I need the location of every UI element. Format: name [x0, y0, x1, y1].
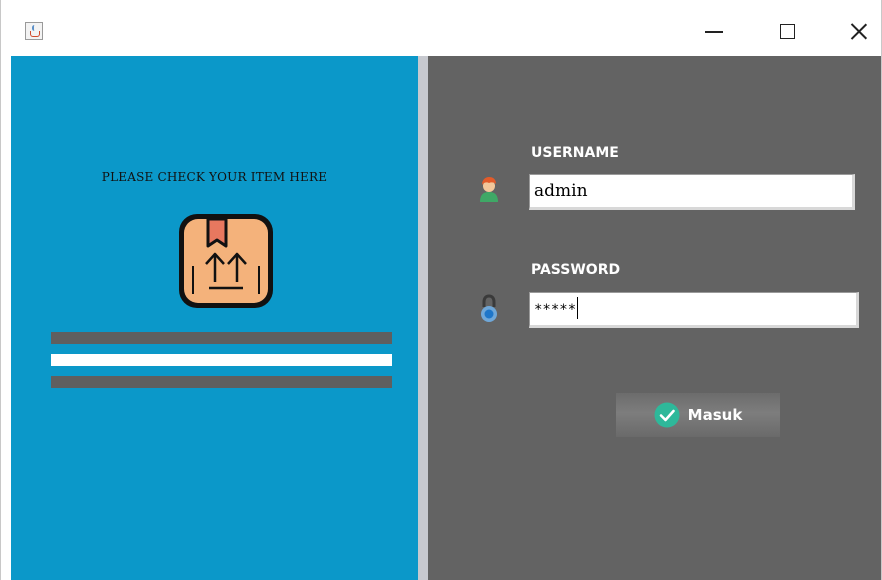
close-icon: [850, 22, 868, 40]
decorative-bar: [51, 332, 392, 344]
title-bar: [1, 0, 881, 56]
close-button[interactable]: [836, 14, 881, 48]
maximize-icon: [779, 23, 795, 39]
login-form-panel: USERNAME admin PASSWORD ***** Masuk: [428, 56, 881, 580]
login-button-label: Masuk: [687, 406, 743, 424]
check-circle-icon: [654, 402, 680, 428]
java-app-icon[interactable]: [25, 22, 43, 40]
panel-divider: [418, 56, 428, 580]
username-input[interactable]: admin: [529, 174, 855, 210]
lock-icon: [481, 294, 497, 322]
tagline: PLEASE CHECK YOUR ITEM HERE: [101, 170, 328, 184]
maximize-button[interactable]: [764, 14, 810, 48]
minimize-button[interactable]: [691, 14, 737, 48]
package-box-icon: [179, 214, 273, 308]
app-window: PLEASE CHECK YOUR ITEM HERE USERNAME adm…: [0, 0, 882, 580]
password-label: PASSWORD: [531, 262, 621, 278]
decorative-bar: [51, 354, 392, 366]
branding-panel: PLEASE CHECK YOUR ITEM HERE: [11, 56, 418, 580]
minimize-icon: [705, 31, 723, 33]
user-icon: [480, 177, 498, 202]
decorative-bar: [51, 376, 392, 388]
username-value: admin: [534, 181, 588, 201]
login-button[interactable]: Masuk: [616, 393, 780, 437]
username-label: USERNAME: [531, 145, 619, 161]
text-caret: [577, 297, 579, 319]
password-value: *****: [534, 302, 577, 318]
password-input[interactable]: *****: [529, 292, 859, 328]
